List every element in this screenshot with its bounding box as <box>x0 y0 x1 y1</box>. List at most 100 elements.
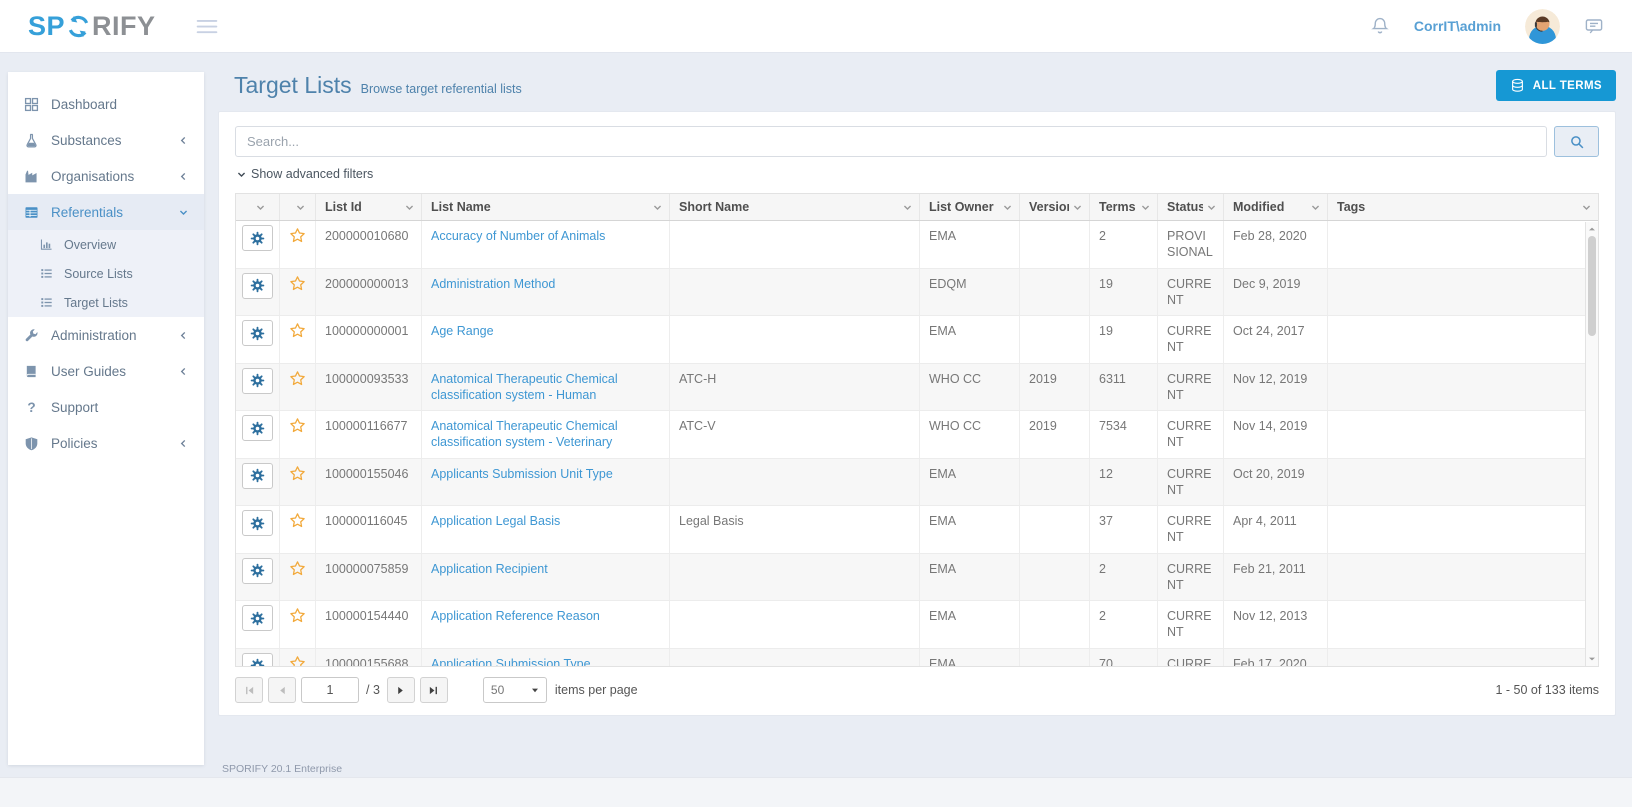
column-header-tags[interactable]: Tags <box>1328 194 1598 220</box>
sidebar-item-referentials[interactable]: Referentials <box>8 194 204 230</box>
favorite-star-button[interactable] <box>289 275 306 292</box>
app-logo[interactable]: SP RIFY <box>28 11 156 42</box>
column-header-list-owner[interactable]: List Owner <box>920 194 1020 220</box>
menu-icon[interactable] <box>196 19 218 34</box>
sidebar-item-organisations[interactable]: Organisations <box>8 158 204 194</box>
favorite-star-button[interactable] <box>289 227 306 244</box>
search-input[interactable] <box>235 126 1547 157</box>
row-settings-button[interactable] <box>242 273 273 299</box>
sort-chevron-icon[interactable] <box>1311 203 1320 212</box>
page-number-input[interactable] <box>301 677 359 703</box>
sidebar-item-overview[interactable]: Overview <box>8 230 204 259</box>
sort-chevron-icon[interactable] <box>405 203 414 212</box>
username[interactable]: CorrIT\admin <box>1414 18 1501 34</box>
search-button[interactable] <box>1554 126 1599 157</box>
favorite-star-button[interactable] <box>289 655 306 667</box>
scroll-down-icon[interactable] <box>1588 655 1596 663</box>
column-header-list-name[interactable]: List Name <box>422 194 670 220</box>
list-name-link[interactable]: Application Legal Basis <box>431 514 560 528</box>
list-name-link[interactable]: Application Recipient <box>431 562 548 576</box>
list-name-link[interactable]: Administration Method <box>431 277 555 291</box>
favorite-star-button[interactable] <box>289 322 306 339</box>
tags-cell <box>1328 649 1598 667</box>
prev-page-button[interactable] <box>268 677 296 703</box>
chevron-left-icon <box>179 331 188 340</box>
last-page-button[interactable] <box>420 677 448 703</box>
table-header: List Id List Name Short Name List Owner … <box>236 194 1598 221</box>
row-settings-button[interactable] <box>242 368 273 394</box>
sort-chevron-icon[interactable] <box>1003 203 1012 212</box>
sidebar-item-dashboard[interactable]: Dashboard <box>8 86 204 122</box>
next-page-button[interactable] <box>387 677 415 703</box>
sidebar-item-user-guides[interactable]: User Guides <box>8 353 204 389</box>
column-header-version[interactable]: Version ... <box>1020 194 1090 220</box>
table-row: 100000116677 Anatomical Therapeutic Chem… <box>236 411 1598 459</box>
sort-chevron-icon[interactable] <box>1207 203 1216 212</box>
gear-icon <box>250 278 265 293</box>
list-name-link[interactable]: Anatomical Therapeutic Chemical classifi… <box>431 419 618 449</box>
favorite-star-button[interactable] <box>289 417 306 434</box>
row-settings-button[interactable] <box>242 510 273 536</box>
favorite-star-button[interactable] <box>289 560 306 577</box>
column-header-col-1[interactable] <box>280 194 316 220</box>
version-cell <box>1020 554 1090 601</box>
column-header-status[interactable]: Status ... <box>1158 194 1224 220</box>
sort-chevron-icon[interactable] <box>1141 203 1150 212</box>
pg-prev-icon <box>277 685 288 696</box>
column-header-list-id[interactable]: List Id <box>316 194 422 220</box>
row-settings-button[interactable] <box>242 225 273 251</box>
list-name-link[interactable]: Accuracy of Number of Animals <box>431 229 605 243</box>
row-settings-button[interactable] <box>242 415 273 441</box>
terms-cell: 2 <box>1090 554 1158 601</box>
favorite-star-button[interactable] <box>289 370 306 387</box>
favorite-star-button[interactable] <box>289 512 306 529</box>
status-cell: CURRENT <box>1158 506 1224 553</box>
sort-chevron-icon[interactable] <box>903 203 912 212</box>
list-name-link[interactable]: Applicants Submission Unit Type <box>431 467 613 481</box>
sidebar-item-support[interactable]: ? Support <box>8 389 204 425</box>
sort-chevron-icon[interactable] <box>1073 203 1082 212</box>
list-name-link[interactable]: Age Range <box>431 324 494 338</box>
table-row: 100000155688 Application Submission Type… <box>236 649 1598 667</box>
table-scrollbar[interactable] <box>1585 222 1598 666</box>
scroll-up-icon[interactable] <box>1588 225 1596 233</box>
sidebar-item-source-lists[interactable]: Source Lists <box>8 259 204 288</box>
gear-icon <box>250 373 265 388</box>
avatar[interactable] <box>1525 9 1560 44</box>
gear-icon <box>250 326 265 341</box>
row-settings-button[interactable] <box>242 320 273 346</box>
column-header-short-name[interactable]: Short Name <box>670 194 920 220</box>
scrollbar-thumb[interactable] <box>1588 236 1596 336</box>
sort-chevron-icon[interactable] <box>256 203 265 212</box>
all-terms-button[interactable]: ALL TERMS <box>1496 70 1616 101</box>
sidebar-item-target-lists[interactable]: Target Lists <box>8 288 204 317</box>
favorite-star-button[interactable] <box>289 465 306 482</box>
row-settings-button[interactable] <box>242 558 273 584</box>
gear-icon <box>250 611 265 626</box>
sidebar-item-policies[interactable]: Policies <box>8 425 204 461</box>
bell-icon[interactable] <box>1370 16 1390 36</box>
sort-chevron-icon[interactable] <box>1582 203 1591 212</box>
sort-chevron-icon[interactable] <box>653 203 662 212</box>
sidebar-item-substances[interactable]: Substances <box>8 122 204 158</box>
column-header-terms[interactable]: Terms <box>1090 194 1158 220</box>
status-cell: CURRENT <box>1158 411 1224 458</box>
favorite-star-button[interactable] <box>289 607 306 624</box>
column-header-col-0[interactable] <box>236 194 280 220</box>
page-size-select[interactable]: 50 <box>483 677 547 703</box>
terms-cell: 37 <box>1090 506 1158 553</box>
sidebar-item-administration[interactable]: Administration <box>8 317 204 353</box>
sort-chevron-icon[interactable] <box>296 203 305 212</box>
terms-cell: 70 <box>1090 649 1158 667</box>
first-page-button[interactable] <box>235 677 263 703</box>
modified-cell: Oct 24, 2017 <box>1224 316 1328 363</box>
row-settings-button[interactable] <box>242 653 273 667</box>
list-name-link[interactable]: Application Submission Type <box>431 657 591 667</box>
list-name-link[interactable]: Application Reference Reason <box>431 609 600 623</box>
column-header-modified[interactable]: Modified <box>1224 194 1328 220</box>
advanced-filters-toggle[interactable]: Show advanced filters <box>237 167 1599 181</box>
row-settings-button[interactable] <box>242 605 273 631</box>
chat-icon[interactable] <box>1584 16 1604 36</box>
list-name-link[interactable]: Anatomical Therapeutic Chemical classifi… <box>431 372 618 402</box>
row-settings-button[interactable] <box>242 463 273 489</box>
